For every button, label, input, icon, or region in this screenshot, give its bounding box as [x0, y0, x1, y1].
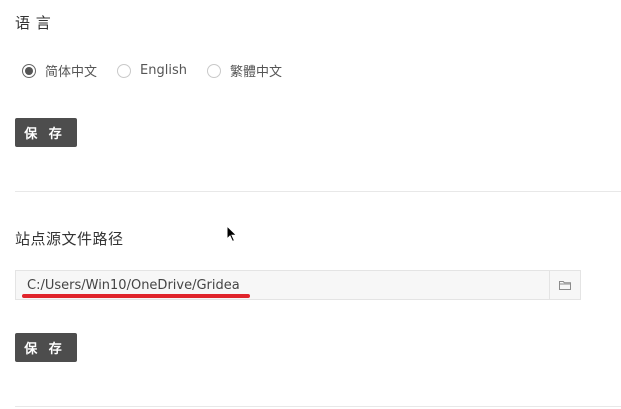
radio-label: 简体中文 — [45, 65, 98, 80]
radio-option-english[interactable]: English — [117, 63, 187, 78]
language-save-button[interactable]: 保 存 — [15, 118, 77, 147]
browse-folder-button[interactable] — [549, 271, 580, 299]
radio-label: English — [140, 63, 187, 78]
section-divider — [15, 406, 621, 407]
source-path-save-button[interactable]: 保 存 — [15, 333, 77, 362]
language-section-title: 语 言 — [15, 14, 52, 32]
radio-unchecked-icon[interactable] — [206, 63, 221, 78]
source-path-section-title: 站点源文件路径 — [15, 230, 124, 248]
radio-unchecked-icon[interactable] — [117, 63, 132, 78]
radio-label: 繁體中文 — [229, 65, 282, 80]
section-divider — [15, 191, 621, 192]
red-underline-annotation — [22, 294, 250, 298]
mouse-cursor-icon — [226, 225, 238, 243]
radio-option-traditional-chinese[interactable]: 繁體中文 — [206, 61, 282, 80]
settings-page: 语 言 简体中文 English 繁體中文 保 存 站点源文件路径 保 存 — [0, 0, 621, 409]
radio-checked-icon[interactable] — [22, 63, 36, 78]
radio-option-simplified-chinese[interactable]: 简体中文 — [22, 61, 97, 80]
folder-icon — [559, 281, 571, 290]
language-radio-group: 简体中文 English 繁體中文 — [22, 61, 302, 80]
